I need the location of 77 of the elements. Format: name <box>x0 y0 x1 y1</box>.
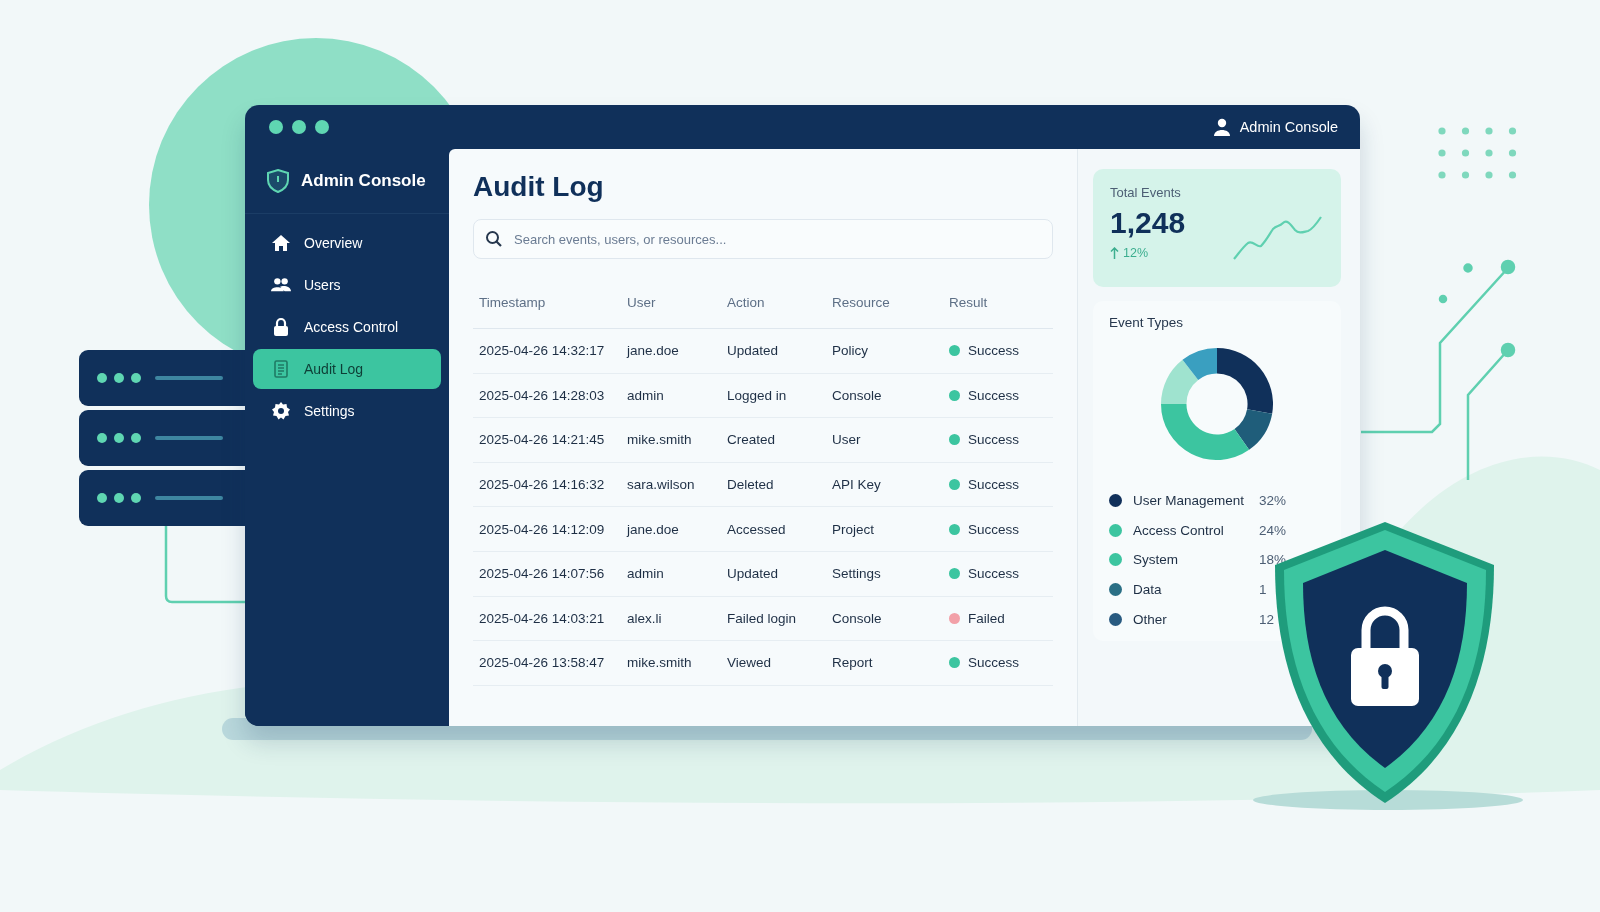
table-cell: mike.smith <box>621 640 721 686</box>
table-cell: Updated <box>721 551 826 597</box>
arrow-up-icon <box>1110 247 1119 259</box>
lock-icon <box>271 317 291 337</box>
stat-change: 12% <box>1123 246 1149 260</box>
legend-value: 12 <box>1259 611 1275 627</box>
legend-value: 1 <box>1259 582 1267 598</box>
table-cell: 2025-04-26 14:28:03 <box>473 373 621 418</box>
window-control[interactable] <box>269 120 283 134</box>
table-cell: alex.li <box>621 596 721 641</box>
sidebar-item[interactable]: Settings <box>253 391 441 431</box>
table-cell: 2025-04-26 14:16:32 <box>473 462 621 507</box>
window-control[interactable] <box>292 120 306 134</box>
status-text: Success <box>968 521 1020 537</box>
table-cell: 2025-04-26 14:32:17 <box>473 328 621 374</box>
status-text: Success <box>968 477 1020 493</box>
status-text: Success <box>968 343 1020 359</box>
table-cell: sara.wilson <box>621 462 721 507</box>
sidebar-item[interactable]: Access Control <box>253 307 441 347</box>
table-cell: Logged in <box>721 373 826 418</box>
table-cell: 2025-04-26 14:03:21 <box>473 596 621 641</box>
table-cell: Accessed <box>721 506 826 552</box>
table-cell: Console <box>826 596 943 641</box>
table-cell: jane.doe <box>621 506 721 552</box>
table-cell: mike.smith <box>621 417 721 463</box>
column-header[interactable]: User <box>621 277 721 329</box>
legend-label: System <box>1133 552 1179 568</box>
table-cell: Settings <box>826 551 943 597</box>
user-label: Admin Console <box>1239 119 1338 135</box>
table-cell: User <box>826 417 943 463</box>
table-cell: 2025-04-26 14:12:09 <box>473 506 621 552</box>
table-cell: Console <box>826 373 943 418</box>
table-cell: Policy <box>826 328 943 374</box>
table-cell: Created <box>721 417 826 463</box>
user-icon <box>1212 118 1231 136</box>
status-text: Success <box>968 432 1020 448</box>
search-field[interactable]: Search events, users, or resources... <box>473 219 1053 259</box>
column-header[interactable]: Timestamp <box>473 277 621 329</box>
document-icon <box>271 359 291 379</box>
shield-icon <box>267 169 289 193</box>
table-cell: Viewed <box>721 640 826 686</box>
table-cell: Deleted <box>721 462 826 507</box>
settings-icon <box>271 401 291 421</box>
column-header[interactable]: Resource <box>826 277 943 329</box>
legend-value: 24% <box>1259 522 1287 538</box>
legend-value: 32% <box>1259 493 1287 509</box>
table-cell: admin <box>621 551 721 597</box>
status-text: Success <box>968 566 1020 582</box>
brand-name: Admin Console <box>301 171 426 191</box>
legend-label: Access Control <box>1133 522 1225 538</box>
table-cell: Report <box>826 640 943 686</box>
home-icon <box>271 233 291 253</box>
table-cell: 2025-04-26 13:58:47 <box>473 640 621 686</box>
table-cell: Failed login <box>721 596 826 641</box>
window-control[interactable] <box>315 120 329 134</box>
table-cell: jane.doe <box>621 328 721 374</box>
column-header[interactable]: Action <box>721 277 826 329</box>
status-text: Failed <box>968 610 1005 626</box>
legend-label: User Management <box>1133 493 1246 509</box>
table-cell: Updated <box>721 328 826 374</box>
sidebar-item[interactable]: Audit Log <box>253 349 441 389</box>
stat-label: Total Events <box>1110 185 1182 200</box>
table-cell: 2025-04-26 14:07:56 <box>473 551 621 597</box>
legend-label: Data <box>1133 582 1163 598</box>
status-text: Success <box>968 387 1020 403</box>
chart-title: Event Types <box>1109 315 1185 330</box>
sidebar-item[interactable]: Overview <box>253 223 441 263</box>
table-cell: admin <box>621 373 721 418</box>
table-cell: 2025-04-26 14:21:45 <box>473 417 621 463</box>
column-header[interactable]: Result <box>943 277 1053 329</box>
legend-label: Other <box>1133 611 1168 627</box>
stat-value: 1,248 <box>1110 206 1186 240</box>
table-cell: Project <box>826 506 943 552</box>
page-title: Audit Log <box>473 171 605 203</box>
table-cell: API Key <box>826 462 943 507</box>
status-text: Success <box>968 655 1020 671</box>
sidebar-item[interactable]: Users <box>253 265 441 305</box>
